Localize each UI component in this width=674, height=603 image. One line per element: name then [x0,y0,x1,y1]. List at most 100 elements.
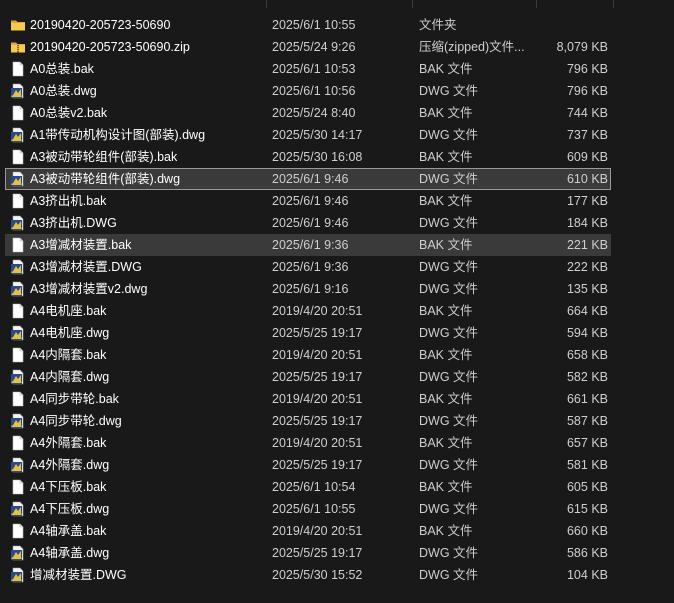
file-row[interactable]: A3挤出机.DWG 2025/6/1 9:46 DWG 文件 184 KB [5,212,611,234]
file-row[interactable]: 20190420-205723-50690.zip 2025/5/24 9:26 压… [5,36,611,58]
file-modified-date: 2025/5/30 14:17 [272,128,363,142]
file-type: BAK 文件 [419,150,473,164]
file-row[interactable]: A0总装.dwg 2025/6/1 10:56 DWG 文件 796 KB [5,80,611,102]
file-name: A1带传动机构设计图(部装).dwg [30,128,206,142]
file-type: DWG 文件 [419,370,479,384]
file-size: 8,079 KB [556,40,608,54]
file-size: 586 KB [566,546,608,560]
document-icon [10,303,26,319]
file-size: 222 KB [566,260,608,274]
column-divider[interactable] [412,0,413,8]
document-icon [10,237,26,253]
file-name: A3挤出机.bak [30,194,107,208]
file-size: 796 KB [566,84,608,98]
file-row[interactable]: A4同步带轮.bak 2019/4/20 20:51 BAK 文件 661 KB [5,388,611,410]
file-name: A3增减材装置.DWG [30,260,142,274]
document-icon [10,435,26,451]
file-type: BAK 文件 [419,106,473,120]
document-icon [10,105,26,121]
file-size: 221 KB [566,238,608,252]
file-size: 796 KB [566,62,608,76]
file-name: A3被动带轮组件(部装).bak [30,150,178,164]
file-modified-date: 2025/6/1 9:46 [272,194,349,208]
file-modified-date: 2025/5/24 8:40 [272,106,356,120]
file-modified-date: 2025/6/1 9:46 [272,216,349,230]
file-type: DWG 文件 [419,502,479,516]
file-name: A4下压板.dwg [30,502,110,516]
zip-folder-icon [10,39,26,55]
file-row[interactable]: A4下压板.bak 2025/6/1 10:54 BAK 文件 605 KB [5,476,611,498]
column-divider[interactable] [266,0,267,8]
dwg-file-icon [10,501,26,517]
file-row[interactable]: A0总装v2.bak 2025/5/24 8:40 BAK 文件 744 KB [5,102,611,124]
file-name: A4内隔套.bak [30,348,107,362]
file-modified-date: 2025/6/1 9:46 [272,172,349,186]
file-type: DWG 文件 [419,128,479,142]
file-size: 661 KB [566,392,608,406]
file-size: 744 KB [566,106,608,120]
file-name: A0总装v2.bak [30,106,108,120]
file-type: DWG 文件 [419,84,479,98]
document-icon [10,193,26,209]
file-row[interactable]: A4外隔套.bak 2019/4/20 20:51 BAK 文件 657 KB [5,432,611,454]
file-name: A4电机座.bak [30,304,107,318]
file-modified-date: 2025/5/25 19:17 [272,326,363,340]
file-row[interactable]: A3增减材装置v2.dwg 2025/6/1 9:16 DWG 文件 135 KB [5,278,611,300]
column-divider[interactable] [613,0,614,8]
file-row[interactable]: A3增减材装置.bak 2025/6/1 9:36 BAK 文件 221 KB [5,234,611,256]
file-row[interactable]: A4同步带轮.dwg 2025/5/25 19:17 DWG 文件 587 KB [5,410,611,432]
file-type: DWG 文件 [419,568,479,582]
file-type: BAK 文件 [419,392,473,406]
file-row[interactable]: A4轴承盖.bak 2019/4/20 20:51 BAK 文件 660 KB [5,520,611,542]
document-icon [10,391,26,407]
file-row[interactable]: A3被动带轮组件(部装).bak 2025/5/30 16:08 BAK 文件 609… [5,146,611,168]
file-modified-date: 2025/5/24 9:26 [272,40,356,54]
file-size: 587 KB [566,414,608,428]
file-row[interactable]: 增减材装置.DWG 2025/5/30 15:52 DWG 文件 104 KB [5,564,611,586]
file-modified-date: 2025/6/1 10:53 [272,62,356,76]
file-row[interactable]: A4电机座.bak 2019/4/20 20:51 BAK 文件 664 KB [5,300,611,322]
dwg-file-icon [10,171,26,187]
file-row[interactable]: 20190420-205723-50690 2025/6/1 10:55 文件夹 [5,14,611,36]
file-row[interactable]: A4内隔套.dwg 2025/5/25 19:17 DWG 文件 582 KB [5,366,611,388]
file-name: A3挤出机.DWG [30,216,117,230]
file-list: 20190420-205723-50690 2025/6/1 10:55 文件夹 20… [0,14,674,586]
file-modified-date: 2025/6/1 10:55 [272,502,356,516]
file-row[interactable]: A4电机座.dwg 2025/5/25 19:17 DWG 文件 594 KB [5,322,611,344]
document-icon [10,479,26,495]
file-type: DWG 文件 [419,282,479,296]
file-name: A4内隔套.dwg [30,370,110,384]
file-row[interactable]: A3被动带轮组件(部装).dwg 2025/6/1 9:46 DWG 文件 610 K… [5,168,611,190]
file-row[interactable]: A0总装.bak 2025/6/1 10:53 BAK 文件 796 KB [5,58,611,80]
file-modified-date: 2025/6/1 10:54 [272,480,356,494]
file-row[interactable]: A3挤出机.bak 2025/6/1 9:46 BAK 文件 177 KB [5,190,611,212]
file-size: 609 KB [566,150,608,164]
file-modified-date: 2019/4/20 20:51 [272,348,363,362]
file-size: 610 KB [566,172,608,186]
file-row[interactable]: A3增减材装置.DWG 2025/6/1 9:36 DWG 文件 222 KB [5,256,611,278]
file-modified-date: 2019/4/20 20:51 [272,392,363,406]
file-row[interactable]: A4下压板.dwg 2025/6/1 10:55 DWG 文件 615 KB [5,498,611,520]
file-name: 20190420-205723-50690.zip [30,40,190,54]
file-size: 594 KB [566,326,608,340]
file-modified-date: 2025/6/1 9:36 [272,260,349,274]
file-name: A4电机座.dwg [30,326,110,340]
file-type: DWG 文件 [419,172,479,186]
file-type: BAK 文件 [419,524,473,538]
file-name: A3增减材装置v2.dwg [30,282,148,296]
file-modified-date: 2025/5/30 16:08 [272,150,363,164]
file-row[interactable]: A4内隔套.bak 2019/4/20 20:51 BAK 文件 658 KB [5,344,611,366]
file-name: A4轴承盖.bak [30,524,107,538]
file-name: A4轴承盖.dwg [30,546,110,560]
file-size: 582 KB [566,370,608,384]
file-row[interactable]: A4外隔套.dwg 2025/5/25 19:17 DWG 文件 581 KB [5,454,611,476]
file-type: DWG 文件 [419,414,479,428]
file-modified-date: 2025/6/1 10:55 [272,18,356,32]
file-row[interactable]: A1带传动机构设计图(部装).dwg 2025/5/30 14:17 DWG 文件 7… [5,124,611,146]
file-type: BAK 文件 [419,348,473,362]
column-divider[interactable] [536,0,537,8]
file-row[interactable]: A4轴承盖.dwg 2025/5/25 19:17 DWG 文件 586 KB [5,542,611,564]
file-explorer-details-view: 20190420-205723-50690 2025/6/1 10:55 文件夹 20… [0,0,674,603]
file-modified-date: 2019/4/20 20:51 [272,304,363,318]
dwg-file-icon [10,369,26,385]
